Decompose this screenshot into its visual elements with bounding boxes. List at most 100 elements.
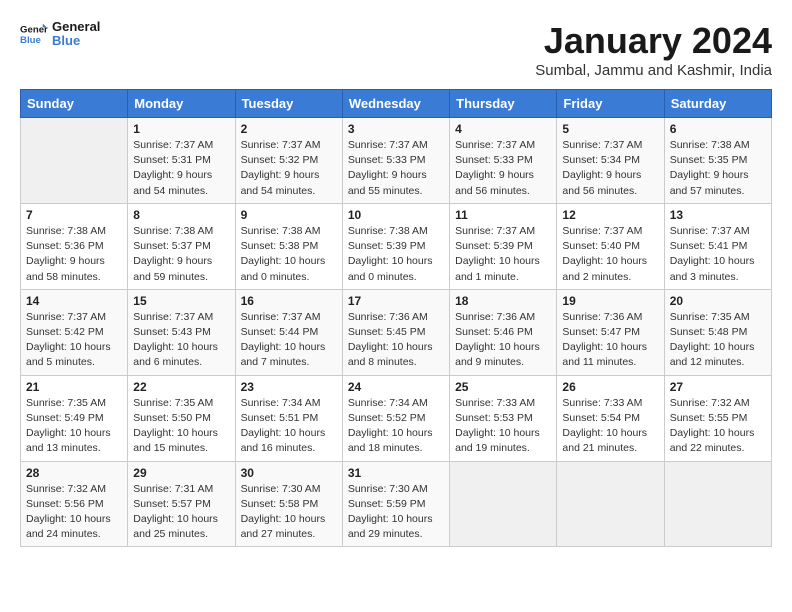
day-number: 14 xyxy=(26,294,122,308)
day-info: Sunrise: 7:35 AM Sunset: 5:49 PM Dayligh… xyxy=(26,396,122,457)
calendar-cell: 1 Sunrise: 7:37 AM Sunset: 5:31 PM Daylig… xyxy=(128,118,235,204)
day-number: 6 xyxy=(670,122,766,136)
day-info: Sunrise: 7:37 AM Sunset: 5:41 PM Dayligh… xyxy=(670,224,766,285)
day-number: 20 xyxy=(670,294,766,308)
day-number: 7 xyxy=(26,208,122,222)
day-number: 18 xyxy=(455,294,551,308)
page-header: General Blue General Blue January 2024 S… xyxy=(20,20,772,79)
day-info: Sunrise: 7:32 AM Sunset: 5:55 PM Dayligh… xyxy=(670,396,766,457)
day-info: Sunrise: 7:33 AM Sunset: 5:54 PM Dayligh… xyxy=(562,396,658,457)
weekday-header-wednesday: Wednesday xyxy=(342,90,449,118)
day-number: 22 xyxy=(133,380,229,394)
day-number: 31 xyxy=(348,466,444,480)
weekday-header-thursday: Thursday xyxy=(450,90,557,118)
day-info: Sunrise: 7:35 AM Sunset: 5:48 PM Dayligh… xyxy=(670,310,766,371)
day-info: Sunrise: 7:30 AM Sunset: 5:59 PM Dayligh… xyxy=(348,482,444,543)
day-info: Sunrise: 7:37 AM Sunset: 5:33 PM Dayligh… xyxy=(455,138,551,199)
calendar-table: SundayMondayTuesdayWednesdayThursdayFrid… xyxy=(20,89,772,547)
day-info: Sunrise: 7:35 AM Sunset: 5:50 PM Dayligh… xyxy=(133,396,229,457)
day-number: 4 xyxy=(455,122,551,136)
calendar-cell: 9Sunrise: 7:38 AM Sunset: 5:38 PM Daylig… xyxy=(235,203,342,289)
calendar-cell xyxy=(450,461,557,547)
day-info: Sunrise: 7:37 AM Sunset: 5:44 PM Dayligh… xyxy=(241,310,337,371)
calendar-cell: 15 Sunrise: 7:37 AM Sunset: 5:43 PM Dayli… xyxy=(128,289,235,375)
calendar-cell: 12Sunrise: 7:37 AM Sunset: 5:40 PM Dayli… xyxy=(557,203,664,289)
day-number: 17 xyxy=(348,294,444,308)
day-number: 19 xyxy=(562,294,658,308)
day-number: 5 xyxy=(562,122,658,136)
day-info: Sunrise: 7:34 AM Sunset: 5:52 PM Dayligh… xyxy=(348,396,444,457)
calendar-cell xyxy=(557,461,664,547)
calendar-cell: 19 Sunrise: 7:36 AM Sunset: 5:47 PM Dayli… xyxy=(557,289,664,375)
calendar-cell: 22 Sunrise: 7:35 AM Sunset: 5:50 PM Dayli… xyxy=(128,375,235,461)
svg-text:Blue: Blue xyxy=(20,35,41,46)
calendar-cell: 20 Sunrise: 7:35 AM Sunset: 5:48 PM Dayli… xyxy=(664,289,771,375)
day-number: 8 xyxy=(133,208,229,222)
weekday-header-sunday: Sunday xyxy=(21,90,128,118)
location-subtitle: Sumbal, Jammu and Kashmir, India xyxy=(535,62,772,79)
day-number: 27 xyxy=(670,380,766,394)
weekday-header-monday: Monday xyxy=(128,90,235,118)
day-number: 23 xyxy=(241,380,337,394)
day-number: 16 xyxy=(241,294,337,308)
day-number: 3 xyxy=(348,122,444,136)
calendar-week-row: 14 Sunrise: 7:37 AM Sunset: 5:42 PM Dayli… xyxy=(21,289,772,375)
calendar-week-row: 1 Sunrise: 7:37 AM Sunset: 5:31 PM Daylig… xyxy=(21,118,772,204)
day-info: Sunrise: 7:37 AM Sunset: 5:33 PM Dayligh… xyxy=(348,138,444,199)
calendar-cell: 5Sunrise: 7:37 AM Sunset: 5:34 PM Daylig… xyxy=(557,118,664,204)
day-info: Sunrise: 7:36 AM Sunset: 5:46 PM Dayligh… xyxy=(455,310,551,371)
day-info: Sunrise: 7:38 AM Sunset: 5:36 PM Dayligh… xyxy=(26,224,122,285)
weekday-header-saturday: Saturday xyxy=(664,90,771,118)
day-number: 11 xyxy=(455,208,551,222)
day-info: Sunrise: 7:38 AM Sunset: 5:38 PM Dayligh… xyxy=(241,224,337,285)
calendar-cell: 16 Sunrise: 7:37 AM Sunset: 5:44 PM Dayli… xyxy=(235,289,342,375)
calendar-cell: 6 Sunrise: 7:38 AM Sunset: 5:35 PM Daylig… xyxy=(664,118,771,204)
calendar-cell: 26Sunrise: 7:33 AM Sunset: 5:54 PM Dayli… xyxy=(557,375,664,461)
calendar-cell: 13 Sunrise: 7:37 AM Sunset: 5:41 PM Dayli… xyxy=(664,203,771,289)
calendar-cell: 10Sunrise: 7:38 AM Sunset: 5:39 PM Dayli… xyxy=(342,203,449,289)
day-number: 25 xyxy=(455,380,551,394)
logo-icon: General Blue xyxy=(20,20,48,48)
calendar-cell xyxy=(664,461,771,547)
calendar-cell: 4 Sunrise: 7:37 AM Sunset: 5:33 PM Daylig… xyxy=(450,118,557,204)
calendar-header-row: SundayMondayTuesdayWednesdayThursdayFrid… xyxy=(21,90,772,118)
calendar-cell: 17 Sunrise: 7:36 AM Sunset: 5:45 PM Dayli… xyxy=(342,289,449,375)
title-block: January 2024 Sumbal, Jammu and Kashmir, … xyxy=(535,20,772,79)
day-number: 30 xyxy=(241,466,337,480)
calendar-cell: 14 Sunrise: 7:37 AM Sunset: 5:42 PM Dayli… xyxy=(21,289,128,375)
weekday-header-friday: Friday xyxy=(557,90,664,118)
calendar-cell: 23Sunrise: 7:34 AM Sunset: 5:51 PM Dayli… xyxy=(235,375,342,461)
day-number: 29 xyxy=(133,466,229,480)
day-number: 13 xyxy=(670,208,766,222)
calendar-cell: 7 Sunrise: 7:38 AM Sunset: 5:36 PM Daylig… xyxy=(21,203,128,289)
day-info: Sunrise: 7:37 AM Sunset: 5:42 PM Dayligh… xyxy=(26,310,122,371)
day-info: Sunrise: 7:31 AM Sunset: 5:57 PM Dayligh… xyxy=(133,482,229,543)
calendar-cell: 25Sunrise: 7:33 AM Sunset: 5:53 PM Dayli… xyxy=(450,375,557,461)
calendar-cell: 31 Sunrise: 7:30 AM Sunset: 5:59 PM Dayli… xyxy=(342,461,449,547)
day-info: Sunrise: 7:38 AM Sunset: 5:39 PM Dayligh… xyxy=(348,224,444,285)
calendar-week-row: 28Sunrise: 7:32 AM Sunset: 5:56 PM Dayli… xyxy=(21,461,772,547)
day-info: Sunrise: 7:37 AM Sunset: 5:31 PM Dayligh… xyxy=(133,138,229,199)
day-info: Sunrise: 7:36 AM Sunset: 5:47 PM Dayligh… xyxy=(562,310,658,371)
calendar-cell: 18 Sunrise: 7:36 AM Sunset: 5:46 PM Dayli… xyxy=(450,289,557,375)
day-info: Sunrise: 7:37 AM Sunset: 5:32 PM Dayligh… xyxy=(241,138,337,199)
logo-blue: Blue xyxy=(52,34,100,48)
logo: General Blue General Blue xyxy=(20,20,100,49)
day-info: Sunrise: 7:36 AM Sunset: 5:45 PM Dayligh… xyxy=(348,310,444,371)
calendar-week-row: 21 Sunrise: 7:35 AM Sunset: 5:49 PM Dayli… xyxy=(21,375,772,461)
day-number: 15 xyxy=(133,294,229,308)
calendar-cell: 29 Sunrise: 7:31 AM Sunset: 5:57 PM Dayli… xyxy=(128,461,235,547)
day-number: 28 xyxy=(26,466,122,480)
calendar-cell: 21 Sunrise: 7:35 AM Sunset: 5:49 PM Dayli… xyxy=(21,375,128,461)
day-info: Sunrise: 7:37 AM Sunset: 5:40 PM Dayligh… xyxy=(562,224,658,285)
day-info: Sunrise: 7:38 AM Sunset: 5:35 PM Dayligh… xyxy=(670,138,766,199)
day-number: 24 xyxy=(348,380,444,394)
day-info: Sunrise: 7:37 AM Sunset: 5:43 PM Dayligh… xyxy=(133,310,229,371)
calendar-cell: 8Sunrise: 7:38 AM Sunset: 5:37 PM Daylig… xyxy=(128,203,235,289)
day-info: Sunrise: 7:37 AM Sunset: 5:39 PM Dayligh… xyxy=(455,224,551,285)
day-number: 1 xyxy=(133,122,229,136)
calendar-cell: 30Sunrise: 7:30 AM Sunset: 5:58 PM Dayli… xyxy=(235,461,342,547)
day-number: 21 xyxy=(26,380,122,394)
calendar-cell: 2Sunrise: 7:37 AM Sunset: 5:32 PM Daylig… xyxy=(235,118,342,204)
weekday-header-tuesday: Tuesday xyxy=(235,90,342,118)
